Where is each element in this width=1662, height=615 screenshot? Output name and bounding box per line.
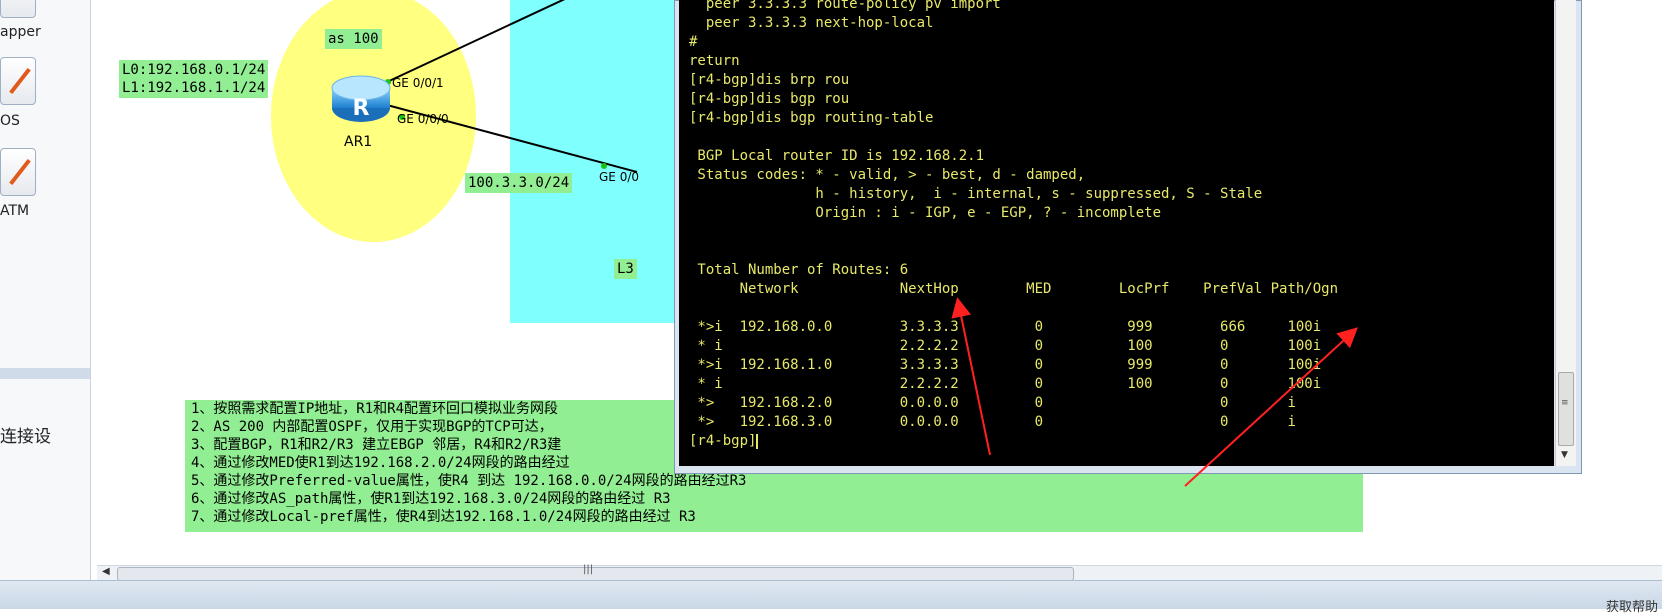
terminal-line: *>i 192.168.0.0 3.3.3.3 0 999 666 100i (689, 319, 1322, 335)
port-label-ge00: GE 0/0 (599, 170, 640, 184)
side-panel-text: 连接设 (0, 427, 51, 447)
device-panel: apper OS ATM 连接设 (0, 0, 91, 580)
device-connector-icon[interactable] (0, 57, 36, 105)
scrollbar-grip-icon: ||| (583, 564, 594, 575)
terminal-line: * i 2.2.2.2 0 100 0 100i (689, 376, 1322, 392)
terminal-vertical-scrollbar[interactable]: ≡ ▼ (1555, 0, 1576, 466)
terminal-line: peer 3.3.3.3 next-hop-local (689, 15, 934, 31)
loopback-label-0: L0:192.168.0.1/24 (119, 60, 269, 80)
terminal-console[interactable]: peer 3.3.3.3 route-policy pv import peer… (679, 0, 1554, 466)
task-item: 6、通过修改AS_path属性，使R1到达192.168.3.0/24网段的路由… (191, 491, 671, 507)
router-glyph: R (353, 96, 370, 121)
terminal-line: *> 192.168.2.0 0.0.0.0 0 0 i (689, 395, 1296, 411)
port-label-ge001: GE 0/0/1 (392, 76, 444, 90)
partial-label: L3 (614, 259, 637, 279)
terminal-line: BGP Local router ID is 192.168.2.1 (689, 148, 985, 164)
terminal-line: *> 192.168.3.0 0.0.0.0 0 0 i (689, 414, 1296, 430)
canvas-horizontal-scrollbar[interactable]: ◀ ||| (97, 564, 1662, 581)
prompt-text: [r4-bgp] (689, 433, 757, 449)
task-item: 5、通过修改Preferred-value属性，使R4 到达 192.168.0… (191, 473, 747, 489)
device-icon-0[interactable] (0, 0, 36, 18)
panel-divider[interactable] (0, 368, 90, 379)
link-subnet-label: 100.3.3.0/24 (465, 173, 573, 193)
terminal-line: Status codes: * - valid, > - best, d - d… (689, 167, 1086, 183)
device-label-0: apper (0, 24, 41, 40)
status-bar: 获取帮助 (0, 580, 1662, 615)
terminal-line: Network NextHop MED LocPrf PrefVal Path/… (689, 281, 1339, 297)
device-label-1: OS (0, 113, 20, 129)
terminal-line: *>i 192.168.1.0 3.3.3.3 0 999 0 100i (689, 357, 1322, 373)
terminal-line: Origin : i - IGP, e - EGP, ? - incomplet… (689, 205, 1162, 221)
terminal-line: [r4-bgp]dis brp rou (689, 72, 850, 88)
terminal-line: # (689, 34, 698, 50)
terminal-scrollbar-thumb[interactable] (1558, 372, 1574, 446)
terminal-line: * i 2.2.2.2 0 100 0 100i (689, 338, 1322, 354)
text-cursor (756, 433, 759, 449)
device-connector-icon[interactable] (0, 148, 36, 196)
as-label: as 100 (325, 29, 382, 49)
scroll-down-icon[interactable]: ▼ (1561, 450, 1568, 460)
terminal-line: [r4-bgp]dis bgp routing-table (689, 110, 934, 126)
help-link[interactable]: 获取帮助 (1606, 596, 1658, 615)
terminal-prompt[interactable]: [r4-bgp] (679, 432, 1554, 451)
terminal-line: peer 3.3.3.3 route-policy pv import (689, 0, 1001, 12)
terminal-line: Total Number of Routes: 6 (689, 262, 909, 278)
terminal-line: h - history, i - internal, s - suppresse… (689, 186, 1263, 202)
scroll-left-icon[interactable]: ◀ (102, 566, 110, 577)
scrollbar-grip-icon: ≡ (1561, 398, 1569, 408)
terminal-line: [r4-bgp]dis bgp rou (689, 91, 850, 107)
scrollbar-thumb[interactable] (117, 567, 1074, 581)
port-label-ge000: GE 0/0/0 (397, 112, 449, 126)
device-label-2: ATM (0, 203, 30, 219)
router-icon[interactable]: R (329, 70, 393, 126)
router-name: AR1 (344, 134, 373, 150)
task-item: 7、通过修改Local-pref属性，使R4到达192.168.1.0/24网段… (191, 509, 696, 525)
loopback-label-1: L1:192.168.1.1/24 (119, 78, 269, 98)
terminal-line: return (689, 53, 740, 69)
